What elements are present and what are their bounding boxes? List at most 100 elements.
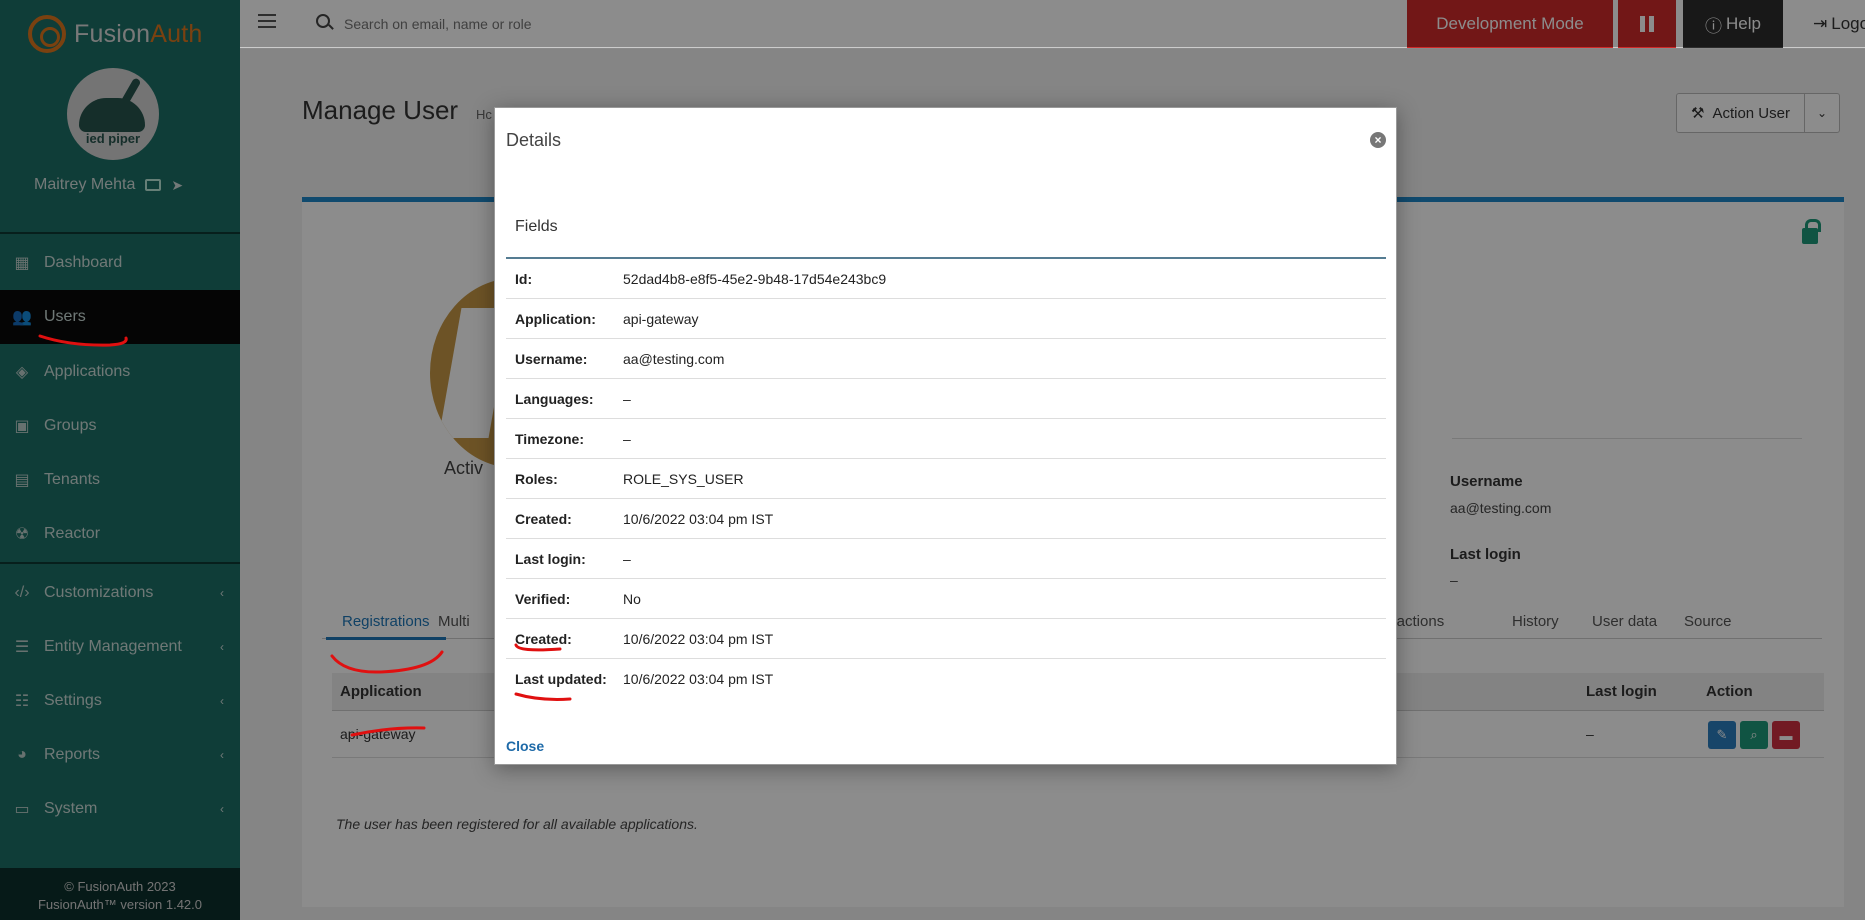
action-user-button[interactable]: ⚒ Action User [1677, 94, 1805, 132]
sidebar-item-label: Entity Management [44, 638, 182, 655]
tab-multi-factor[interactable]: Multi [438, 613, 470, 630]
users-icon: 👥 [12, 309, 32, 326]
brand-name-part1: Fusion [74, 19, 151, 48]
pause-button[interactable] [1618, 0, 1676, 48]
sidebar-item-label: System [44, 800, 98, 817]
field-row-username: Username: aa@testing.com [506, 339, 1386, 379]
view-registration-button[interactable]: ⌕ [1740, 721, 1768, 749]
sidebar-divider [0, 562, 240, 564]
tab-history[interactable]: History [1512, 613, 1559, 630]
code-icon: ‹/› [14, 584, 30, 601]
field-row-created: Created: 10/6/2022 03:04 pm IST [506, 499, 1386, 539]
sidebar-item-applications[interactable]: ◈ Applications [0, 345, 240, 399]
current-user-name: Maitrey Mehta [34, 176, 136, 193]
cube-icon: ◈ [15, 364, 29, 381]
tab-user-data[interactable]: User data [1592, 613, 1657, 630]
field-value: No [623, 591, 641, 607]
groups-icon: ▣ [14, 418, 30, 435]
development-mode-button[interactable]: Development Mode [1407, 0, 1613, 48]
field-row-registration-created: Created: 10/6/2022 03:04 pm IST [506, 619, 1386, 659]
sidebar-item-entity-management[interactable]: ☰ Entity Management ‹ [0, 620, 240, 674]
sidebar-footer: © FusionAuth 2023 FusionAuth™ version 1.… [0, 868, 240, 920]
field-row-last-login: Last login: – [506, 539, 1386, 579]
delete-registration-button[interactable]: ▬ [1772, 721, 1800, 749]
action-user-button-group: ⚒ Action User ⌄ [1676, 93, 1840, 133]
edit-registration-button[interactable]: ✎ [1708, 721, 1736, 749]
avatar-text: ied piper [85, 131, 141, 146]
page-title: Manage User [302, 95, 459, 125]
id-card-icon[interactable] [145, 179, 162, 191]
field-key: Application: [515, 311, 596, 327]
field-value: – [623, 551, 631, 567]
sidebar-item-reactor[interactable]: ☢ Reactor [0, 507, 240, 561]
breadcrumb[interactable]: Hc [476, 107, 492, 122]
modal-title: Details [506, 130, 562, 150]
sidebar-item-label: Reactor [44, 525, 101, 542]
action-user-dropdown-toggle[interactable]: ⌄ [1805, 94, 1839, 132]
column-header-last-login[interactable]: Last login [1586, 683, 1657, 700]
sidebar-item-label: Users [44, 308, 86, 325]
sidebar-item-reports[interactable]: ◕ Reports ‹ [0, 728, 240, 782]
row-application: api-gateway [340, 726, 416, 742]
field-key: Created: [515, 511, 572, 527]
help-button[interactable]: ⓘ Help [1683, 0, 1783, 48]
username-label: Username [1450, 473, 1523, 490]
sidebar-item-groups[interactable]: ▣ Groups [0, 399, 240, 453]
sidebar: FusionAuth ied piper Maitrey Mehta ➤ ▦ Da… [0, 0, 240, 920]
field-value: 10/6/2022 03:04 pm IST [623, 671, 774, 687]
location-arrow-icon[interactable]: ➤ [171, 177, 183, 194]
sidebar-item-tenants[interactable]: ▤ Tenants [0, 453, 240, 507]
help-label: Help [1726, 14, 1761, 33]
field-key: Roles: [515, 471, 558, 487]
sidebar-item-customizations[interactable]: ‹/› Customizations ‹ [0, 566, 240, 620]
registration-note: The user has been registered for all ava… [336, 816, 698, 832]
sidebar-item-system[interactable]: ▭ System ‹ [0, 782, 240, 836]
pie-chart-icon: ◕ [17, 746, 27, 763]
chevron-left-icon: ‹ [220, 802, 224, 816]
dashboard-icon: ▦ [14, 255, 30, 272]
close-button[interactable]: Close [506, 738, 544, 754]
field-value: 10/6/2022 03:04 pm IST [623, 511, 774, 527]
sidebar-item-label: Applications [44, 363, 131, 380]
action-user-label: Action User [1712, 104, 1790, 122]
tab-source[interactable]: Source [1684, 613, 1732, 630]
search-input[interactable] [344, 12, 844, 36]
column-header-application[interactable]: Application [340, 683, 422, 700]
field-value: aa@testing.com [623, 351, 725, 367]
avatar: ied piper [67, 68, 159, 160]
brand-logo[interactable]: FusionAuth [28, 14, 202, 54]
sidebar-item-label: Tenants [44, 471, 101, 488]
edit-icon: ✎ [1716, 727, 1728, 742]
field-row-id: Id: 52dad4b8-e8f5-45e2-9b48-17d54e243bc9 [506, 259, 1386, 299]
field-row-last-updated: Last updated: 10/6/2022 03:04 pm IST [506, 659, 1386, 699]
sidebar-item-dashboard[interactable]: ▦ Dashboard [0, 236, 240, 290]
field-row-timezone: Timezone: – [506, 419, 1386, 459]
sidebar-item-settings[interactable]: ☷ Settings ‹ [0, 674, 240, 728]
close-icon[interactable]: × [1370, 132, 1386, 148]
logout-label: Logo [1831, 14, 1865, 33]
column-header-action: Action [1706, 683, 1753, 700]
sidebar-item-label: Customizations [44, 584, 154, 601]
reactor-icon: ☢ [14, 526, 30, 543]
topbar: Development Mode ⓘHelp ⇥Logo [240, 0, 1865, 48]
field-key: Languages: [515, 391, 594, 407]
last-login-label: Last login [1450, 546, 1521, 563]
field-value: – [623, 391, 631, 407]
sidebar-divider [0, 232, 240, 234]
footer-copyright: © FusionAuth 2023 [64, 879, 176, 894]
gavel-icon: ⚒ [1691, 105, 1705, 122]
logout-button[interactable]: ⇥ Logo [1805, 0, 1865, 48]
field-key: Created: [515, 631, 572, 647]
fields-heading: Fields [515, 218, 558, 235]
field-key: Id: [515, 271, 533, 287]
user-status: Activ [444, 458, 484, 478]
hamburger-menu-icon[interactable] [258, 14, 276, 28]
sidebar-item-label: Reports [44, 746, 101, 763]
sidebar-item-label: Groups [44, 417, 97, 434]
chevron-left-icon: ‹ [220, 586, 224, 600]
tab-registrations[interactable]: Registrations [326, 613, 446, 640]
details-modal: Details × Fields Id: 52dad4b8-e8f5-45e2-9… [494, 107, 1397, 765]
sidebar-item-users[interactable]: 👥 Users [0, 290, 240, 344]
field-value: 10/6/2022 03:04 pm IST [623, 631, 774, 647]
unlock-icon[interactable] [1802, 219, 1821, 244]
